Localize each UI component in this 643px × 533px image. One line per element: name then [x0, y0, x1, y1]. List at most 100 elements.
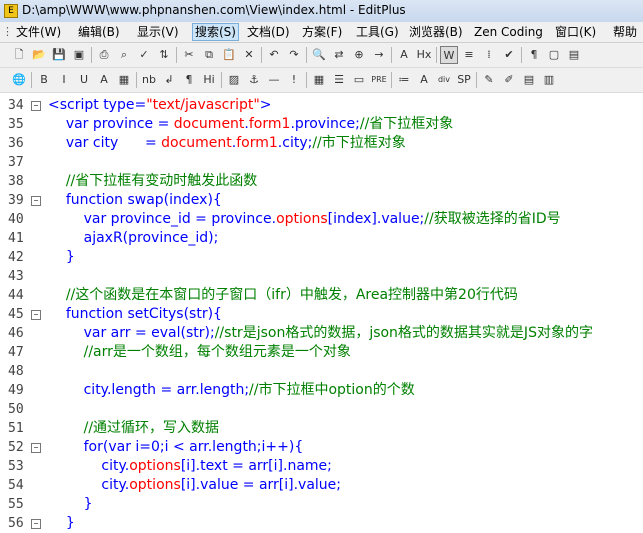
menu-item-8[interactable]: Zen Coding	[472, 24, 545, 40]
browser-preview-icon[interactable]: 🌐	[10, 71, 28, 89]
code-token: options	[276, 211, 328, 227]
spellcheck-icon[interactable]: ✓	[135, 46, 153, 64]
menu-item-6[interactable]: 工具(G)	[354, 24, 401, 40]
span-icon[interactable]: SP	[455, 71, 473, 89]
ftp-icon[interactable]: ⇅	[155, 46, 173, 64]
code-token: //通过循环，写入数据	[83, 420, 220, 436]
underline-icon[interactable]: U	[75, 71, 93, 89]
code-token: swap(index){	[123, 192, 222, 208]
editplus-icon[interactable]: E	[4, 4, 18, 18]
menu-item-10[interactable]: 帮助	[611, 24, 639, 40]
redo-icon[interactable]: ↷	[285, 46, 303, 64]
code-token: var	[65, 116, 89, 132]
toolbar-separator	[91, 47, 92, 63]
font-color-icon[interactable]: A	[95, 71, 113, 89]
replace-icon[interactable]: ⇄	[330, 46, 348, 64]
line-number-text: 44	[8, 288, 24, 303]
undo-icon[interactable]: ↶	[265, 46, 283, 64]
title-bar: E D:\amp\WWW\www.phpnanshen.com\View\ind…	[0, 0, 643, 23]
fold-toggle-icon[interactable]: −	[31, 310, 41, 320]
italic-icon[interactable]: I	[55, 71, 73, 89]
bold-icon[interactable]: B	[35, 71, 53, 89]
toolbar-separator	[521, 47, 522, 63]
hr-icon[interactable]: —	[265, 71, 283, 89]
input-field-icon[interactable]: ▭	[350, 71, 368, 89]
checkmark-icon[interactable]: ✔	[500, 46, 518, 64]
column-select-icon[interactable]: ⁞	[480, 46, 498, 64]
fold-toggle-icon[interactable]: −	[31, 443, 41, 453]
goto-icon[interactable]: →	[370, 46, 388, 64]
fullscreen-icon[interactable]: ▢	[545, 46, 563, 64]
code-line: var province = document.form1.province;/…	[48, 115, 454, 134]
hex-icon[interactable]: Hx	[415, 46, 433, 64]
menu-item-1[interactable]: 编辑(B)	[76, 24, 122, 40]
fold-toggle-icon[interactable]: −	[31, 101, 41, 111]
paste-icon[interactable]: 📋	[220, 46, 238, 64]
line-number-gutter: 34−35 36 37 38 39−40 41 42 43 44 45−46 47 48 49 50 51 5…	[0, 94, 44, 533]
nbsp-icon[interactable]: nb	[140, 71, 158, 89]
heading-icon[interactable]: Hi	[200, 71, 218, 89]
line-number-text: 43	[8, 269, 24, 284]
menu-item-9[interactable]: 窗口(K)	[553, 24, 598, 40]
new-file-icon[interactable]: 🗋	[10, 46, 28, 64]
toolbar-separator	[436, 47, 437, 63]
word-wrap-icon[interactable]: W	[440, 46, 458, 64]
code-token: document	[161, 135, 232, 151]
save-icon[interactable]: 💾	[50, 46, 68, 64]
anchor-icon[interactable]: ⚓	[245, 71, 263, 89]
line-break-icon[interactable]: ↲	[160, 71, 178, 89]
line-numbers-icon[interactable]: ≡	[460, 46, 478, 64]
code-editor[interactable]: 34−35 36 37 38 39−40 41 42 43 44 45−46 47 48 49 50 51 5…	[0, 94, 643, 533]
print-icon[interactable]: ⎙	[95, 46, 113, 64]
save-all-icon[interactable]: ▣	[70, 46, 88, 64]
menu-item-5[interactable]: 方案(F)	[300, 24, 344, 40]
menu-item-0[interactable]: 文件(W)	[14, 24, 63, 40]
code-token: var	[108, 439, 131, 455]
comment-icon[interactable]: !	[285, 71, 303, 89]
menu-item-4[interactable]: 文档(D)	[245, 24, 292, 40]
clip-icon[interactable]: ▤	[520, 71, 538, 89]
form-icon[interactable]: ☰	[330, 71, 348, 89]
div-icon[interactable]: div	[435, 71, 453, 89]
output-window-icon[interactable]: ▤	[565, 46, 583, 64]
line-number: 46	[2, 324, 42, 343]
code-line: <script type="text/javascript">	[48, 96, 272, 115]
find-in-files-icon[interactable]: ⊕	[350, 46, 368, 64]
delete-icon[interactable]: ✕	[240, 46, 258, 64]
more-icon[interactable]: ▥	[540, 71, 558, 89]
code-line: city.options[i].text = arr[i].name;	[48, 457, 331, 476]
color-picker-icon[interactable]: ▦	[115, 71, 133, 89]
toolbar-separator	[31, 72, 32, 88]
menu-item-3[interactable]: 搜索(S)	[192, 23, 239, 41]
table-icon[interactable]: ▦	[310, 71, 328, 89]
edit-tag-icon[interactable]: ✐	[500, 71, 518, 89]
line-number: 42	[2, 248, 42, 267]
cut-icon[interactable]: ✂	[180, 46, 198, 64]
line-number-text: 36	[8, 136, 24, 151]
html-toolbar-icon[interactable]: ✎	[480, 71, 498, 89]
text-style-icon[interactable]: A	[415, 71, 433, 89]
font-icon[interactable]: A	[395, 46, 413, 64]
list-icon[interactable]: ≔	[395, 71, 413, 89]
menu-item-2[interactable]: 显示(V)	[135, 24, 181, 40]
code-token: options	[129, 458, 181, 474]
image-icon[interactable]: ▨	[225, 71, 243, 89]
toolbar-separator	[221, 72, 222, 88]
open-file-icon[interactable]: 📂	[30, 46, 48, 64]
copy-icon[interactable]: ⧉	[200, 46, 218, 64]
view-whitespace-icon[interactable]: ¶	[525, 46, 543, 64]
fold-toggle-icon[interactable]: −	[31, 519, 41, 529]
fold-toggle-icon[interactable]: −	[31, 196, 41, 206]
pre-icon[interactable]: PRE	[370, 71, 388, 89]
find-icon[interactable]: 🔍	[310, 46, 328, 64]
print-preview-icon[interactable]: ⌕	[115, 46, 133, 64]
toolbar-separator	[176, 47, 177, 63]
paragraph-icon[interactable]: ¶	[180, 71, 198, 89]
line-number: 36	[2, 134, 42, 153]
menu-item-7[interactable]: 浏览器(B)	[407, 24, 465, 40]
